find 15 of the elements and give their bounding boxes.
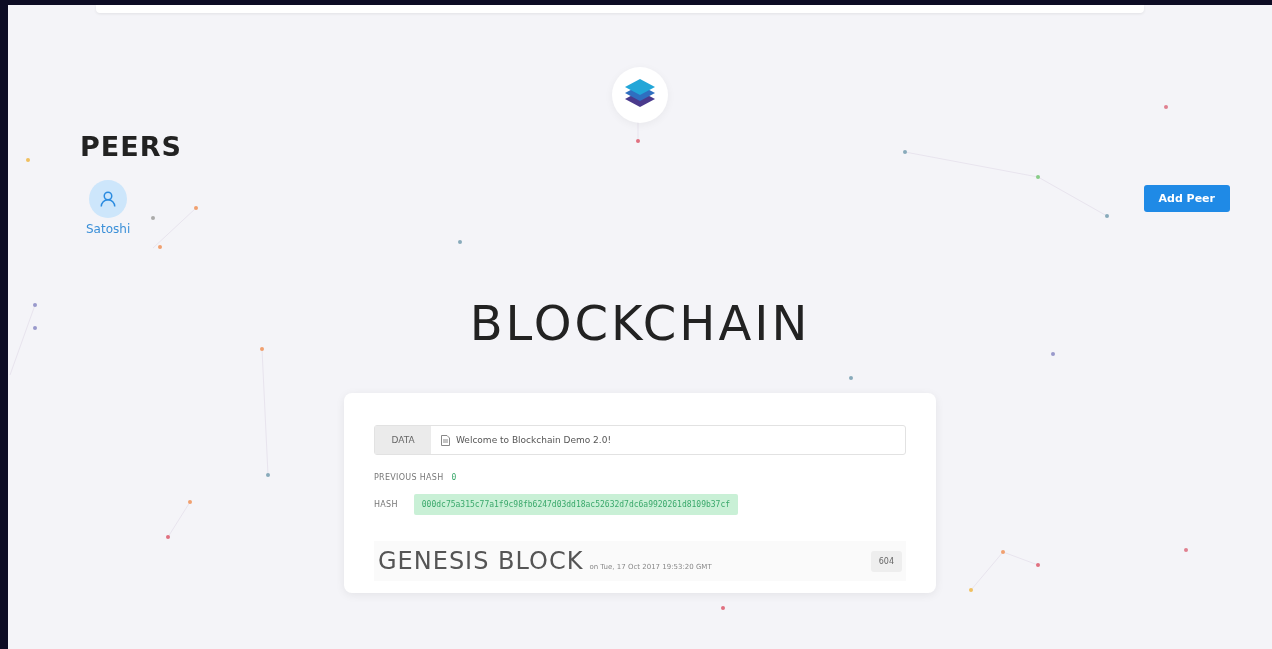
nonce-value: 604 (870, 550, 902, 572)
document-icon (441, 434, 450, 446)
previous-hash-value: 0 (451, 473, 457, 482)
hash-label: HASH (374, 500, 398, 509)
peer-avatar[interactable] (89, 180, 128, 218)
data-field[interactable]: DATA Welcome to Blockchain Demo 2.0! (374, 425, 906, 455)
data-value: Welcome to Blockchain Demo 2.0! (456, 435, 612, 445)
peer-name[interactable]: Satoshi (86, 222, 131, 236)
add-peer-button[interactable]: Add Peer (1143, 185, 1230, 212)
page-title: BLOCKCHAIN (469, 295, 811, 351)
user-icon (99, 190, 118, 208)
hash-value: 000dc75a315c77a1f9c98fb6247d03dd18ac52632d7dc6a9920261d8109b37cf (413, 494, 739, 515)
block-name: GENESIS BLOCK (378, 547, 584, 575)
peers-heading: PEERS (80, 131, 182, 162)
previous-hash-label: PREVIOUS HASH (374, 473, 444, 482)
